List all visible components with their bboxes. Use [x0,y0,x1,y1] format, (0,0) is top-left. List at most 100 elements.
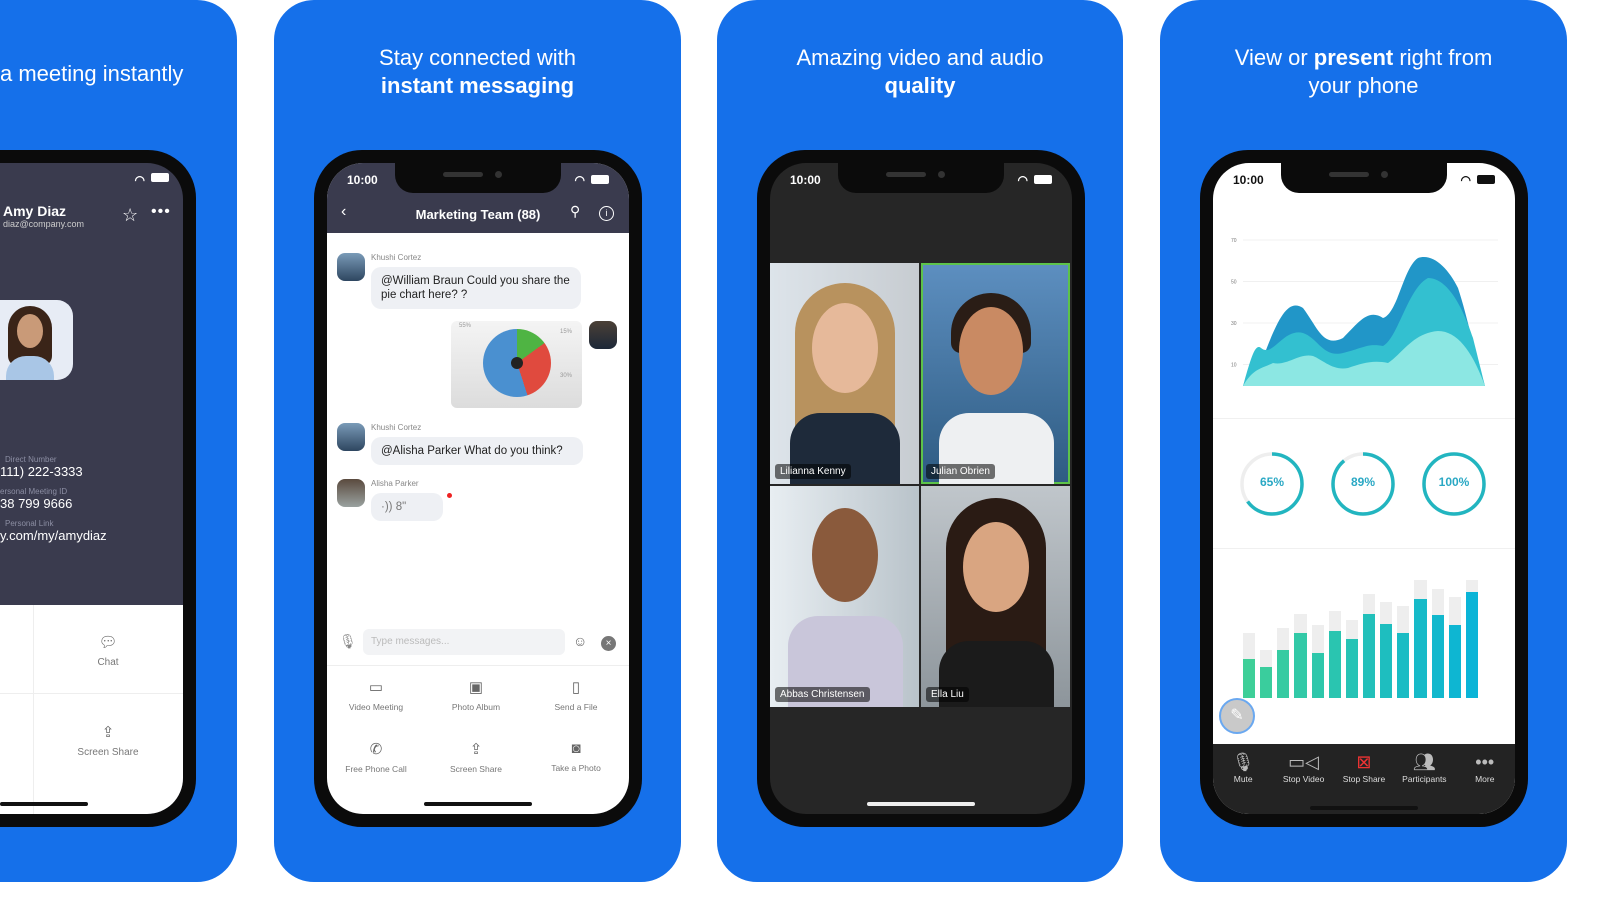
bar [1431,615,1444,698]
clock: 10:00 [790,173,821,187]
unread-dot [447,493,452,498]
take-photo-button[interactable]: ◙ Take a Photo [531,740,621,773]
wifi-icon: ◠ [1017,173,1028,187]
screen-share-button[interactable]: ⇪ Screen Share [63,723,153,758]
video-tile[interactable]: Abbas Christensen [770,486,919,707]
personal-link-label: Personal Link [5,519,54,528]
meeting-id: 38 799 9666 [0,496,73,511]
ring-label: 89% [1350,475,1376,489]
send-file-button[interactable]: ▯ Send a File [531,678,621,712]
battery-icon [591,175,609,184]
avatar [337,479,365,507]
camera-icon: ◙ [571,740,581,757]
ring-label: 100% [1438,475,1470,489]
more-button[interactable]: ••• More [1456,752,1514,814]
video-tile[interactable]: Lilianna Kenny [770,263,919,484]
pencil-icon: ✎ [1230,707,1244,724]
wifi-icon: ◠ [574,173,585,187]
microphone-icon: 🎙︎ [1231,752,1255,772]
bar [1465,591,1478,698]
phone-icon: ✆ [369,741,383,758]
avatar [589,321,617,349]
bar [1243,659,1256,698]
stop-share-button[interactable]: ⊠ Stop Share [1335,752,1393,814]
pie-chart [483,329,551,397]
avatar [337,423,365,451]
caption: a meeting instantly [0,61,184,86]
y-tick-label: 70 [1231,238,1237,244]
voice-message[interactable]: Alisha Parker ·)) 8" [371,479,452,521]
emoji-icon[interactable]: ☺ [573,633,587,649]
audio-icon: ·)) [381,501,396,513]
direct-number: 111) 222-3333 [0,464,83,479]
pie-chart-attachment[interactable]: 55% 15% 30% [451,321,582,408]
panel-present: View or present right from your phone 10:… [1160,0,1567,882]
bar [1397,633,1410,698]
video-meeting-button[interactable]: ▭ Video Meeting [331,678,421,712]
bar [1328,630,1341,698]
wifi-icon: ◠ [134,173,145,187]
stop-video-button[interactable]: ▭◁ Stop Video [1275,752,1333,814]
file-icon: ▯ [571,679,581,696]
contact-name: Amy Diaz [3,203,67,219]
bar [1414,598,1427,698]
progress-ring: 89% [1330,451,1396,517]
stop-share-icon: ⊠ [1356,752,1372,772]
message: Khushi Cortez @William Braun Could you s… [371,253,581,309]
y-tick-label: 50 [1231,280,1237,286]
bar [1448,624,1461,698]
message: Khushi Cortez @Alisha Parker What do you… [371,423,583,465]
bar [1277,649,1290,698]
personal-link[interactable]: y.com/my/amydiaz [0,528,107,543]
photo-album-button[interactable]: ▣ Photo Album [431,678,521,712]
screen-share-icon: ⇪ [101,724,115,741]
screen-share-icon: ⇪ [469,741,483,758]
video-tile-active-speaker[interactable]: Julian Obrien [921,263,1070,484]
phone-share: 10:00 ◠ 70 50 30 10 65% 89% 100% ✎ 🎙︎ Mute ▭◁ St… [1200,150,1528,827]
caption: Amazing video and audio quality [796,45,1044,98]
bar [1345,639,1358,698]
photo-icon: ▣ [468,679,484,696]
mute-button[interactable]: 🎙︎ Mute [1214,752,1272,814]
contact-email: diaz@company.com [3,219,84,229]
screen-share-button[interactable]: ⇪ Screen Share [431,740,521,774]
video-tile[interactable]: Ella Liu [921,486,1070,707]
battery-icon [1477,175,1495,184]
message-input[interactable]: Type messages... [363,629,565,655]
more-icon[interactable]: ••• [151,203,171,221]
close-icon[interactable]: × [601,636,616,651]
clock: 10:00 [1233,173,1264,187]
microphone-icon[interactable]: 🎙︎ [339,633,357,650]
bar [1311,653,1324,698]
star-icon[interactable]: ☆ [122,205,138,226]
chat-button[interactable]: 💬︎ Chat [63,633,153,668]
phone-chat: 10:00 ◠ ‹ Marketing Team (88) ⚲ i Khushi … [314,150,642,827]
search-icon[interactable]: ⚲ [570,203,580,220]
battery-icon [1034,175,1052,184]
ring-label: 65% [1259,475,1285,489]
area-chart: 70 50 30 10 [1231,238,1498,386]
avatar [0,300,73,380]
bar [1380,623,1393,698]
info-icon[interactable]: i [599,206,614,221]
y-tick-label: 30 [1231,321,1237,327]
bar [1294,633,1307,698]
participants-button[interactable]: 👥︎ Participants [1395,752,1453,814]
more-icon: ••• [1475,752,1495,772]
battery-icon [151,173,169,182]
participants-icon: 👥︎ [1412,752,1436,772]
panel-video: Amazing video and audio quality 10:00 ◠ Li… [717,0,1123,882]
caption: Stay connected with instant messaging [379,45,576,98]
video-camera-icon: ▭◁ [1288,752,1319,772]
phone-contact: ◠ Amy Diaz diaz@company.com ☆ ••• Direct… [0,150,196,827]
annotate-button[interactable]: ✎ [1219,698,1255,734]
bar [1260,667,1273,698]
phone-call-button[interactable]: ✆ Free Phone Call [331,740,421,774]
progress-ring: 100% [1421,451,1487,517]
chat-icon: 💬︎ [98,634,118,651]
y-tick-label: 10 [1231,363,1237,369]
direct-number-label: Direct Number [5,455,57,464]
video-camera-icon: ▭ [368,679,384,696]
clock: 10:00 [347,173,378,187]
meeting-toolbar: 🎙︎ Mute ▭◁ Stop Video ⊠ Stop Share 👥︎ Partic… [1213,744,1515,814]
